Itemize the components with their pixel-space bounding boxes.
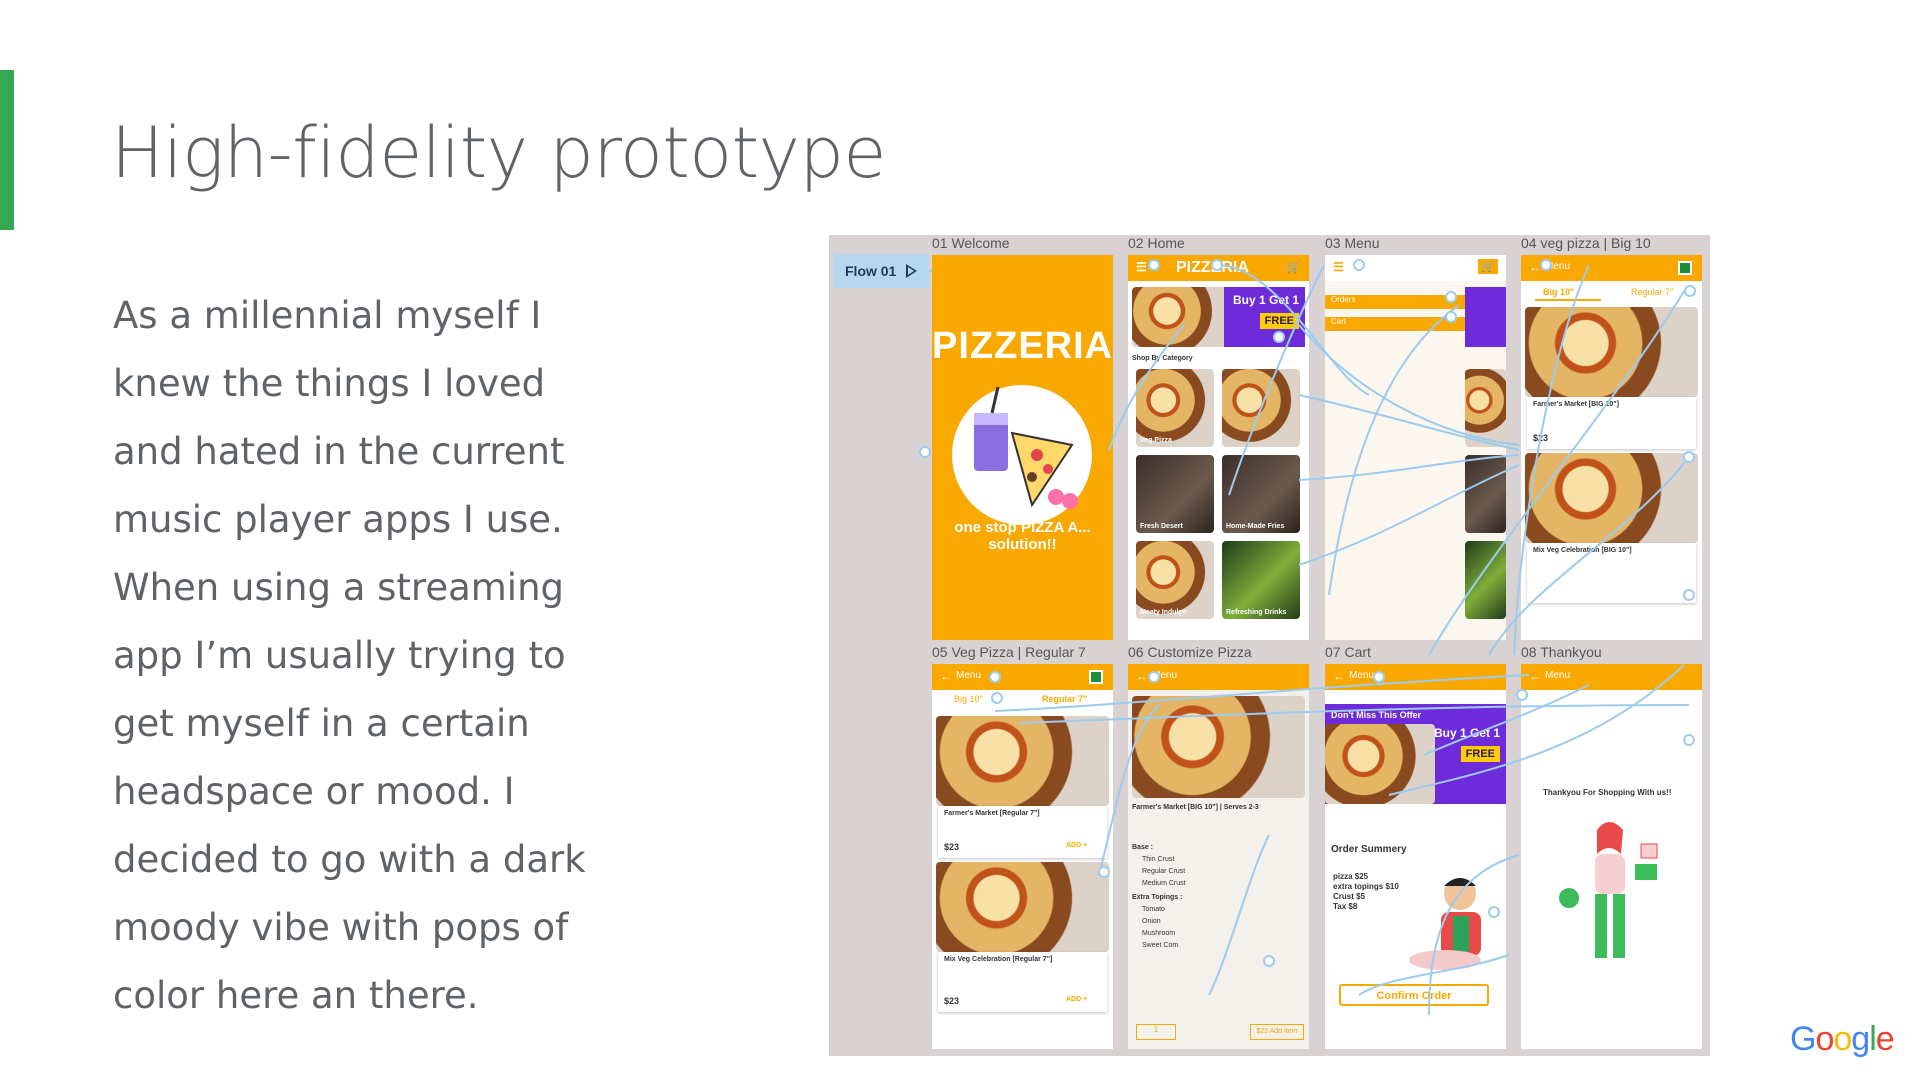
body-line: color here an there. bbox=[113, 974, 479, 1017]
prototype-connections bbox=[919, 259, 1696, 1016]
body-line: knew the things I loved bbox=[113, 362, 546, 405]
body-line: When using a streaming bbox=[113, 566, 565, 609]
body-line: As a millennial myself I bbox=[113, 294, 542, 337]
slide-title: High-fidelity prototype bbox=[111, 112, 886, 194]
body-line: headspace or mood. I bbox=[113, 770, 515, 813]
google-logo: Google bbox=[1790, 1020, 1895, 1058]
slide-body: As a millennial myself I knew the things… bbox=[113, 282, 593, 1030]
body-line: and hated in the current bbox=[113, 430, 565, 473]
body-line: music player apps I use. bbox=[113, 498, 563, 541]
body-line: decided to go with a dark bbox=[113, 838, 586, 881]
accent-bar bbox=[0, 70, 14, 230]
body-line: moody vibe with pops of bbox=[113, 906, 569, 949]
prototype-canvas: Flow 01 01 Welcome 02 Home 03 Menu 04 ve… bbox=[829, 235, 1710, 1056]
body-line: get myself in a certain bbox=[113, 702, 530, 745]
body-line: app I’m usually trying to bbox=[113, 634, 566, 677]
